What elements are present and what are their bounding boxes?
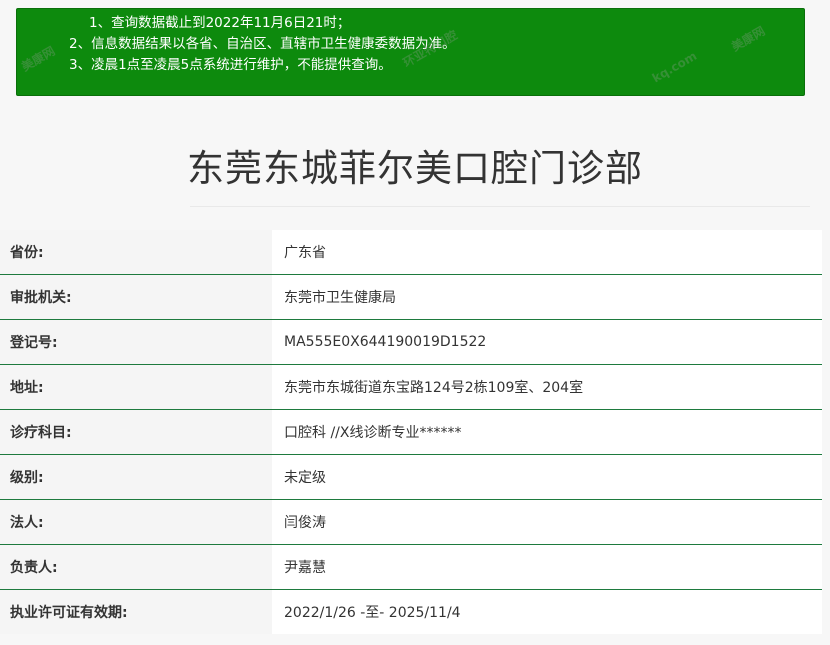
table-row: 负责人: 尹嘉慧 bbox=[0, 544, 822, 590]
row-value: 2022/1/26 -至- 2025/11/4 bbox=[272, 589, 822, 634]
row-value: 口腔科 //X线诊断专业****** bbox=[272, 409, 822, 455]
info-table: 省份: 广东省 审批机关: 东莞市卫生健康局 登记号: MA555E0X6441… bbox=[0, 230, 822, 634]
row-label: 级别: bbox=[0, 454, 272, 500]
row-value: 未定级 bbox=[272, 454, 822, 500]
notice-line: 3、凌晨1点至凌晨5点系统进行维护，不能提供查询。 bbox=[69, 57, 392, 73]
row-value: MA555E0X644190019D1522 bbox=[272, 319, 822, 365]
title-divider bbox=[190, 206, 810, 207]
row-value: 东莞市东城街道东宝路124号2栋109室、204室 bbox=[272, 364, 822, 410]
row-label: 登记号: bbox=[0, 319, 272, 365]
row-label: 诊疗科目: bbox=[0, 409, 272, 455]
row-label: 地址: bbox=[0, 364, 272, 410]
notice-line: 2、信息数据结果以各省、自治区、直辖市卫生健康委数据为准。 bbox=[69, 36, 456, 52]
table-row: 法人: 闫俊涛 bbox=[0, 499, 822, 545]
table-row: 执业许可证有效期: 2022/1/26 -至- 2025/11/4 bbox=[0, 589, 822, 634]
row-label: 法人: bbox=[0, 499, 272, 545]
table-row: 审批机关: 东莞市卫生健康局 bbox=[0, 274, 822, 320]
table-row: 省份: 广东省 bbox=[0, 230, 822, 275]
row-label: 负责人: bbox=[0, 544, 272, 590]
notice-line: 1、查询数据截止到2022年11月6日21时； bbox=[89, 15, 351, 31]
notice-banner: 1、查询数据截止到2022年11月6日21时； 2、信息数据结果以各省、自治区、… bbox=[16, 8, 805, 96]
row-label: 省份: bbox=[0, 230, 272, 275]
table-row: 级别: 未定级 bbox=[0, 454, 822, 500]
row-value: 东莞市卫生健康局 bbox=[272, 274, 822, 320]
row-value: 尹嘉慧 bbox=[272, 544, 822, 590]
row-label: 执业许可证有效期: bbox=[0, 589, 272, 634]
table-row: 登记号: MA555E0X644190019D1522 bbox=[0, 319, 822, 365]
row-value: 广东省 bbox=[272, 230, 822, 275]
table-row: 地址: 东莞市东城街道东宝路124号2栋109室、204室 bbox=[0, 364, 822, 410]
row-label: 审批机关: bbox=[0, 274, 272, 320]
page-title: 东莞东城菲尔美口腔门诊部 bbox=[187, 147, 643, 190]
row-value: 闫俊涛 bbox=[272, 499, 822, 545]
table-row: 诊疗科目: 口腔科 //X线诊断专业****** bbox=[0, 409, 822, 455]
